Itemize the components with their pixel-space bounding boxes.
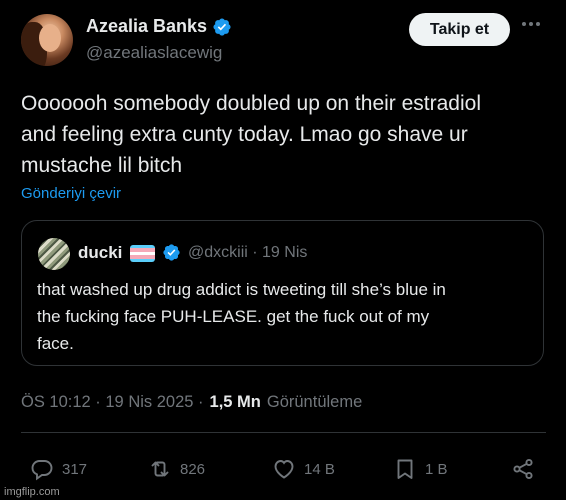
quoted-text-line: the fucking face PUH-LEASE. get the fuck… xyxy=(37,307,430,326)
like-button[interactable]: 14 B xyxy=(272,456,335,482)
quoted-text-line: that washed up drug addict is tweeting t… xyxy=(37,280,446,299)
verified-badge-icon xyxy=(163,244,180,261)
like-count: 14 B xyxy=(304,460,335,478)
more-horizontal-icon[interactable] xyxy=(522,22,540,26)
heart-icon xyxy=(274,460,294,479)
author-handle[interactable]: @azealiaslacewig xyxy=(86,43,222,63)
views-label: Görüntüleme xyxy=(266,393,363,411)
share-button[interactable] xyxy=(511,456,535,482)
repost-button[interactable]: 826 xyxy=(148,456,205,482)
quoted-avatar[interactable] xyxy=(38,238,70,270)
bookmark-button[interactable]: 1 B xyxy=(393,456,448,482)
quoted-handle-date[interactable]: @dxckiii · 19 Nis xyxy=(188,244,307,262)
tweet-timestamp[interactable]: ÖS 10:12 · 19 Nis 2025 · xyxy=(21,393,204,412)
repost-icon xyxy=(151,461,169,477)
reply-button[interactable]: 317 xyxy=(30,456,87,482)
tweet-text: Ooooooh somebody doubled up on their est… xyxy=(21,88,551,181)
quoted-author-name[interactable]: ducki xyxy=(78,243,122,263)
author-name[interactable]: Azealia Banks xyxy=(86,16,207,37)
translate-link[interactable]: Gönderiyi çevir xyxy=(21,185,121,202)
tweet-text-line: and feeling extra cunty today. Lmao go s… xyxy=(21,123,468,146)
author-avatar[interactable] xyxy=(21,14,73,66)
quoted-text-line: face. xyxy=(37,334,74,353)
tweet-page: Azealia Banks @azealiaslacewig Takip et … xyxy=(0,0,566,500)
bookmark-icon xyxy=(397,459,413,479)
quoted-tweet-text: that washed up drug addict is tweeting t… xyxy=(37,276,532,357)
reply-count: 317 xyxy=(62,460,88,478)
divider xyxy=(21,432,546,433)
share-icon xyxy=(513,458,533,480)
repost-count: 826 xyxy=(180,460,206,478)
quoted-tweet-card[interactable]: ducki @dxckiii · 19 Nis that washed up d… xyxy=(21,220,544,366)
tweet-text-line: mustache lil bitch xyxy=(21,154,183,177)
watermark: imgflip.com xyxy=(4,486,60,498)
views-count: 1,5 Mn xyxy=(209,393,261,411)
tweet-meta: ÖS 10:12 · 19 Nis 2025 · 1,5 Mn Görüntül… xyxy=(21,393,362,412)
author-name-row[interactable]: Azealia Banks xyxy=(86,16,232,37)
verified-badge-icon xyxy=(213,17,231,36)
tweet-text-line: Ooooooh somebody doubled up on their est… xyxy=(21,92,481,115)
follow-button[interactable]: Takip et xyxy=(409,13,510,46)
trans-flag-icon xyxy=(130,245,155,262)
bookmark-count: 1 B xyxy=(425,460,448,478)
reply-icon xyxy=(31,460,53,481)
